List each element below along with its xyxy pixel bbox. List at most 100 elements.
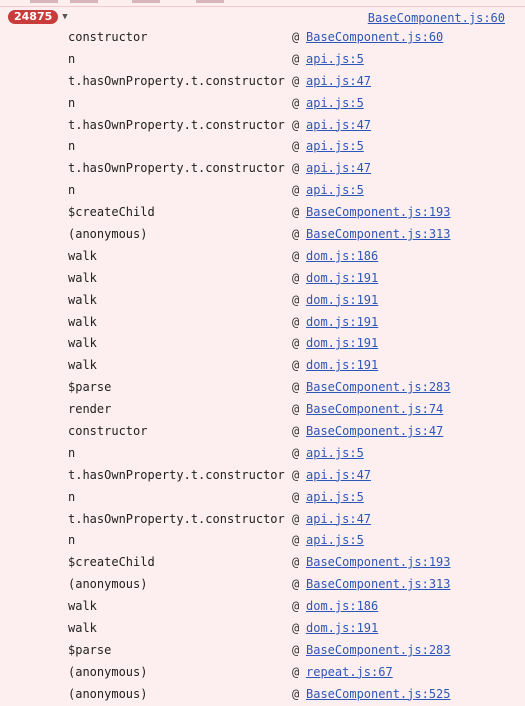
function-name: walk	[68, 314, 97, 329]
function-name: (anonymous)	[68, 577, 148, 592]
stack-frame-row: $parse @ BaseComponent.js:283	[0, 640, 525, 662]
stack-frame-row: constructor @ BaseComponent.js:47	[0, 421, 525, 443]
stack-frame-row: $createChild @ BaseComponent.js:193	[0, 552, 525, 574]
function-name: constructor	[68, 424, 148, 439]
source-location-link[interactable]: repeat.js:67	[306, 662, 393, 684]
function-name: n	[68, 95, 76, 110]
source-location-link[interactable]: api.js:5	[306, 136, 364, 158]
stack-frame-row: walk @ dom.js:191	[0, 355, 525, 377]
function-name: (anonymous)	[68, 664, 148, 679]
at-symbol: @	[292, 95, 300, 110]
source-location-link[interactable]: dom.js:191	[306, 290, 378, 312]
stack-frame-row: t.hasOwnProperty.t.constructor @ api.js:47	[0, 71, 525, 93]
source-location-link[interactable]: dom.js:191	[306, 333, 378, 355]
stack-frame-row: n @ api.js:5	[0, 530, 525, 552]
stack-frame-row: (anonymous) @ BaseComponent.js:313	[0, 574, 525, 596]
cut-off-text-fragment	[132, 0, 160, 3]
function-name: (anonymous)	[68, 686, 148, 701]
stack-frame-row: (anonymous) @ BaseComponent.js:313	[0, 224, 525, 246]
function-name: walk	[68, 621, 97, 636]
source-location-link[interactable]: BaseComponent.js:60	[368, 10, 505, 26]
at-symbol: @	[292, 642, 300, 657]
at-symbol: @	[292, 686, 300, 701]
source-location-link[interactable]: dom.js:191	[306, 355, 378, 377]
stack-frame-row: n @ api.js:5	[0, 136, 525, 158]
source-location-link[interactable]: api.js:47	[306, 158, 371, 180]
source-location-link[interactable]: api.js:5	[306, 93, 364, 115]
at-symbol: @	[292, 314, 300, 329]
at-symbol: @	[292, 445, 300, 460]
at-symbol: @	[292, 599, 300, 614]
stack-frame-row: t.hasOwnProperty.t.constructor @ api.js:47	[0, 158, 525, 180]
source-location-link[interactable]: BaseComponent.js:193	[306, 552, 451, 574]
source-location-link[interactable]: dom.js:186	[306, 246, 378, 268]
stack-frame-row: walk @ dom.js:191	[0, 290, 525, 312]
stack-frame-row: walk @ dom.js:191	[0, 312, 525, 334]
function-name: n	[68, 51, 76, 66]
stack-trace: constructor @ BaseComponent.js:60 n @ api.js:…	[0, 27, 525, 706]
function-name: n	[68, 533, 76, 548]
source-location-link[interactable]: BaseComponent.js:47	[306, 421, 443, 443]
stack-frame-row: $parse @ BaseComponent.js:283	[0, 377, 525, 399]
function-name: t.hasOwnProperty.t.constructor	[68, 117, 285, 132]
caret-down-icon[interactable]: ▼	[59, 11, 71, 23]
stack-frame-row: t.hasOwnProperty.t.constructor @ api.js:47	[0, 465, 525, 487]
repeat-count-badge: 24875	[8, 10, 59, 24]
source-location-link[interactable]: api.js:5	[306, 443, 364, 465]
source-location-link[interactable]: api.js:47	[306, 465, 371, 487]
source-location-link[interactable]: BaseComponent.js:313	[306, 574, 451, 596]
at-symbol: @	[292, 161, 300, 176]
at-symbol: @	[292, 73, 300, 88]
stack-frame-row: walk @ dom.js:191	[0, 333, 525, 355]
source-location-link[interactable]: dom.js:191	[306, 618, 378, 640]
at-symbol: @	[292, 467, 300, 482]
at-symbol: @	[292, 292, 300, 307]
source-location-link[interactable]: api.js:5	[306, 49, 364, 71]
stack-frame-row: walk @ dom.js:186	[0, 596, 525, 618]
source-location-link[interactable]: api.js:47	[306, 71, 371, 93]
stack-frame-row: (anonymous) @ BaseComponent.js:525	[0, 684, 525, 706]
function-name: $createChild	[68, 555, 155, 570]
function-name: $parse	[68, 380, 112, 395]
source-location-link[interactable]: api.js:5	[306, 180, 364, 202]
error-message-header: 24875 ▼ BaseComponent.js:60	[0, 6, 525, 28]
at-symbol: @	[292, 51, 300, 66]
stack-frame-row: n @ api.js:5	[0, 49, 525, 71]
cut-off-text-fragment	[196, 0, 224, 3]
source-location-link[interactable]: dom.js:186	[306, 596, 378, 618]
function-name: n	[68, 139, 76, 154]
stack-frame-row: render @ BaseComponent.js:74	[0, 399, 525, 421]
cut-off-text-fragment	[70, 0, 98, 3]
at-symbol: @	[292, 489, 300, 504]
function-name: n	[68, 183, 76, 198]
at-symbol: @	[292, 227, 300, 242]
source-location-link[interactable]: BaseComponent.js:283	[306, 640, 451, 662]
source-location-link[interactable]: api.js:47	[306, 509, 371, 531]
function-name: render	[68, 402, 112, 417]
stack-frame-row: walk @ dom.js:186	[0, 246, 525, 268]
function-name: walk	[68, 270, 97, 285]
function-name: t.hasOwnProperty.t.constructor	[68, 73, 285, 88]
source-location-link[interactable]: BaseComponent.js:283	[306, 377, 451, 399]
stack-frame-row: walk @ dom.js:191	[0, 268, 525, 290]
source-location-link[interactable]: BaseComponent.js:60	[306, 27, 443, 49]
source-location-link[interactable]: api.js:5	[306, 487, 364, 509]
at-symbol: @	[292, 621, 300, 636]
source-location-link[interactable]: api.js:5	[306, 530, 364, 552]
at-symbol: @	[292, 380, 300, 395]
at-symbol: @	[292, 555, 300, 570]
function-name: t.hasOwnProperty.t.constructor	[68, 511, 285, 526]
function-name: walk	[68, 358, 97, 373]
source-location-link[interactable]: BaseComponent.js:525	[306, 684, 451, 706]
at-symbol: @	[292, 270, 300, 285]
source-location-link[interactable]: BaseComponent.js:313	[306, 224, 451, 246]
source-location-link[interactable]: BaseComponent.js:74	[306, 399, 443, 421]
at-symbol: @	[292, 248, 300, 263]
function-name: walk	[68, 292, 97, 307]
source-location-link[interactable]: api.js:47	[306, 115, 371, 137]
source-location-link[interactable]: dom.js:191	[306, 312, 378, 334]
at-symbol: @	[292, 402, 300, 417]
at-symbol: @	[292, 205, 300, 220]
source-location-link[interactable]: BaseComponent.js:193	[306, 202, 451, 224]
source-location-link[interactable]: dom.js:191	[306, 268, 378, 290]
